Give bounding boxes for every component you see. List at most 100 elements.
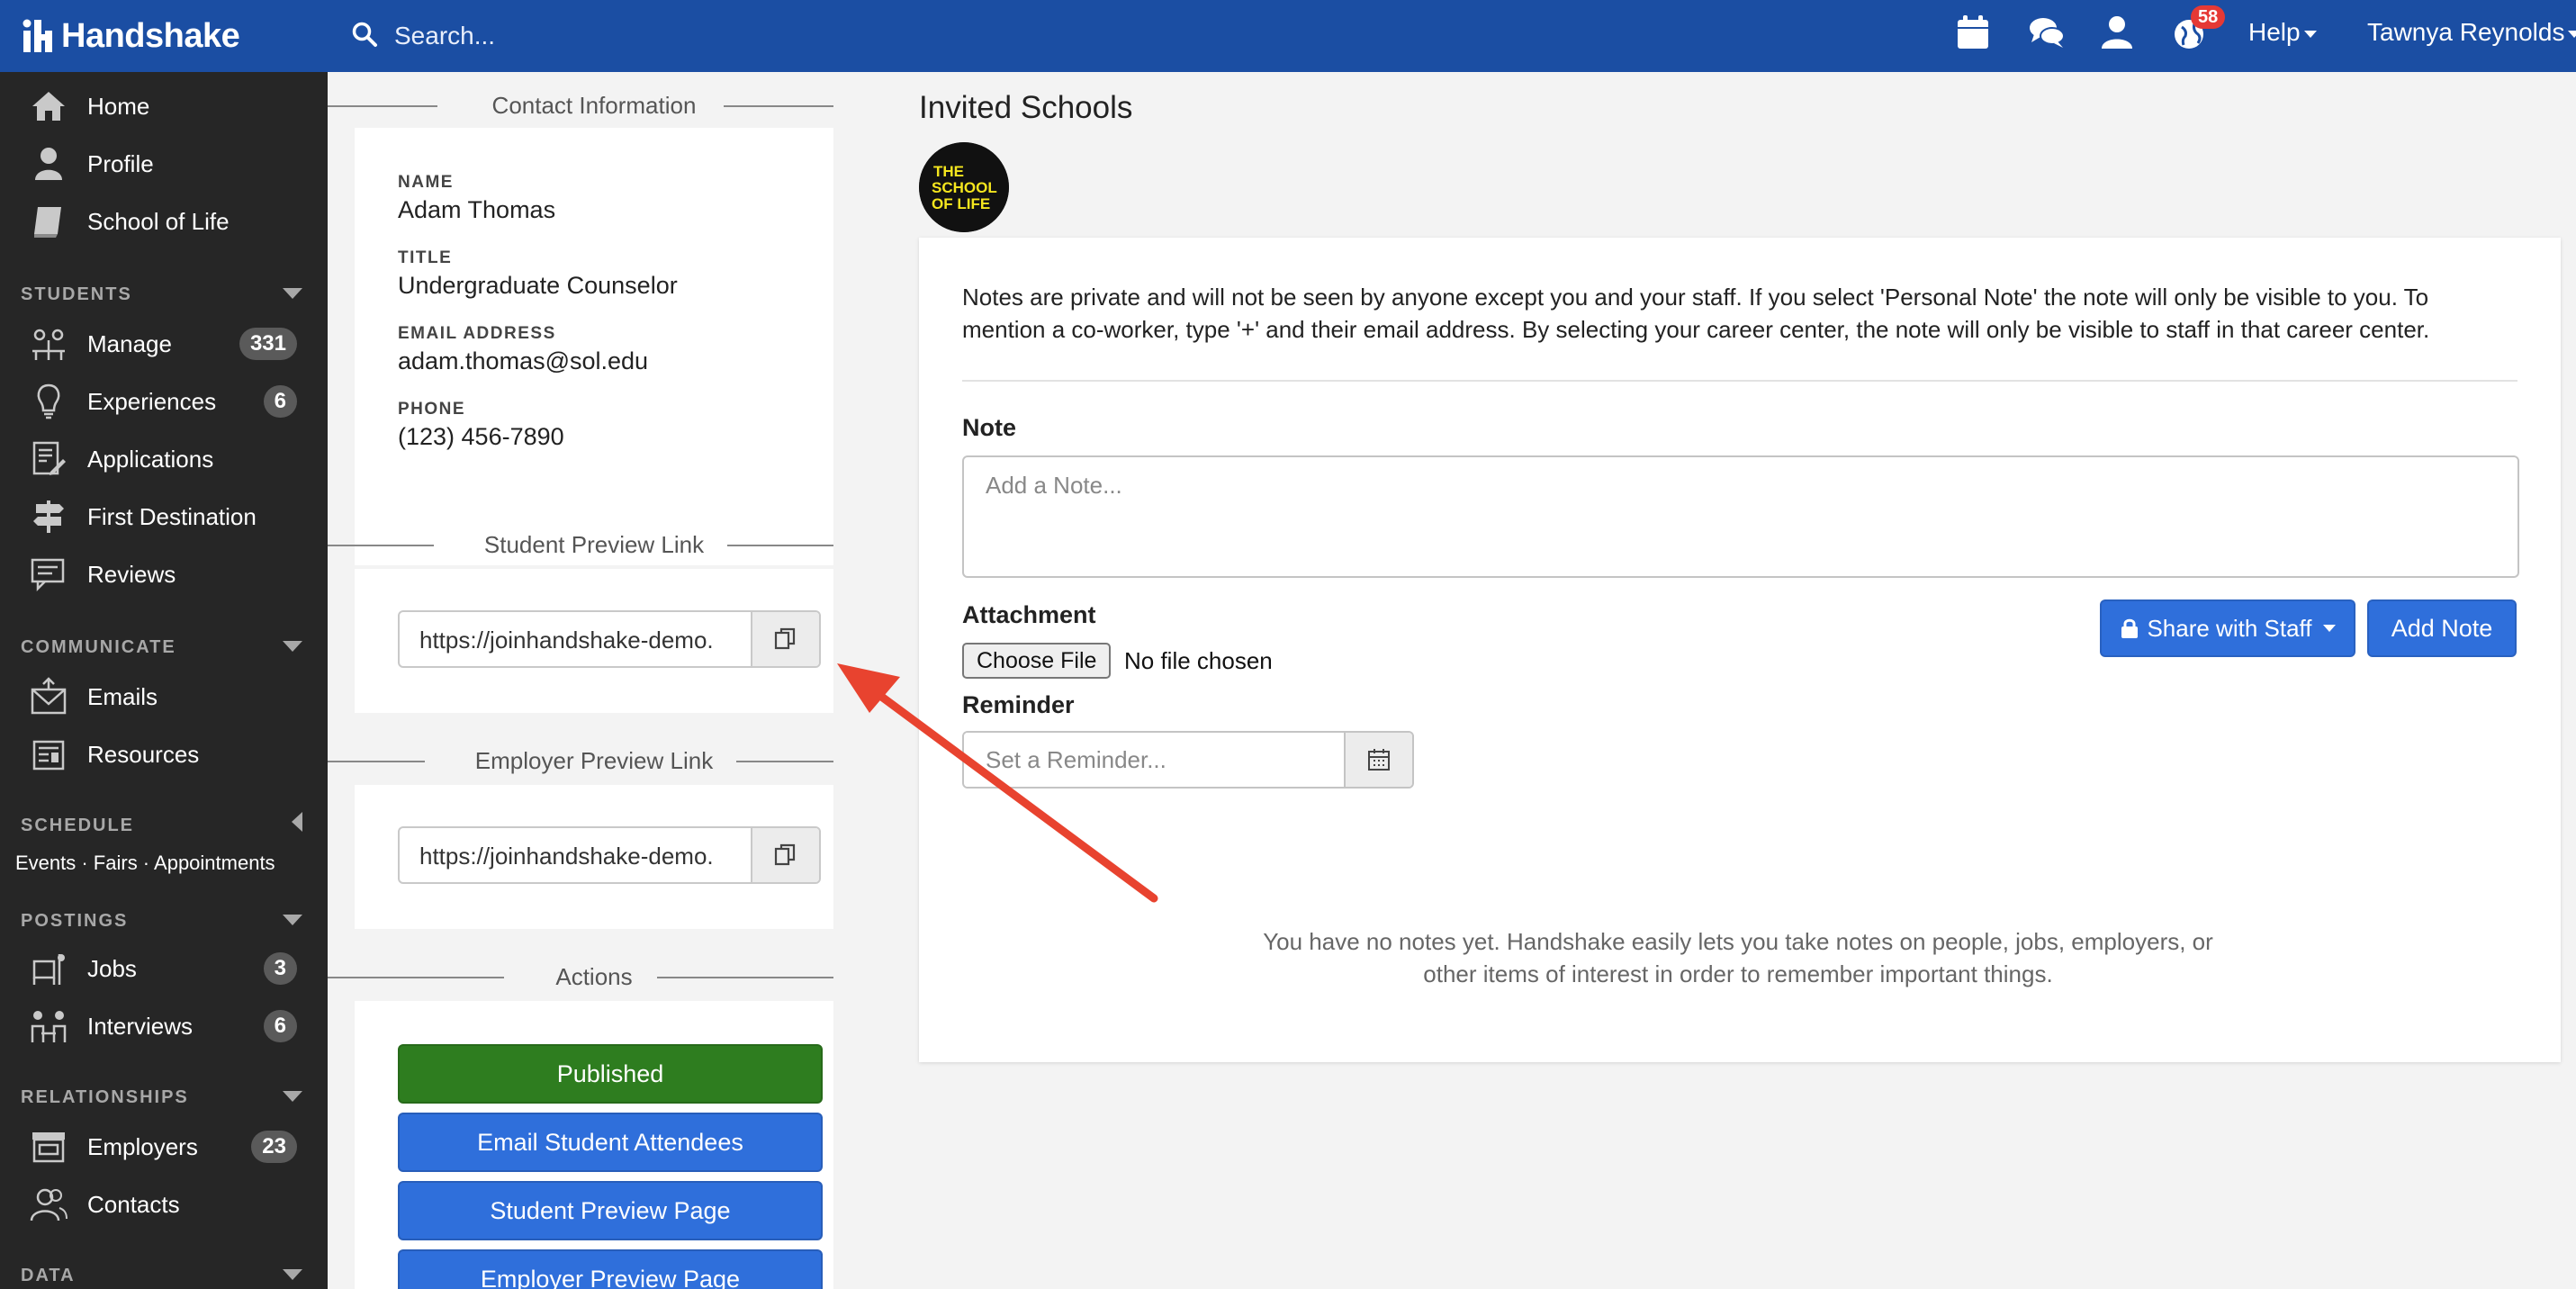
share-with-staff-button[interactable]: Share with Staff [2100,599,2355,657]
user-icon [29,144,68,184]
help-menu[interactable]: Help [2248,18,2317,47]
employer-preview-link-field[interactable]: https://joinhandshake-demo. [398,826,821,884]
lock-icon [2121,618,2139,638]
sidebar-item-jobs[interactable]: Jobs 3 [0,942,328,996]
page-title: Invited Schools [919,90,1133,125]
sidebar-item-school[interactable]: School of Life [0,194,328,248]
schedule-links[interactable]: Events · Fairs · Appointments [15,852,275,875]
collapse-caret-icon[interactable] [283,1269,302,1280]
contact-section-label: Contact Information [491,91,697,119]
no-file-chosen-text: No file chosen [1124,647,1273,674]
phone-label: PHONE [398,400,466,419]
reviews-icon [29,554,68,594]
sidebar-item-home[interactable]: Home [0,79,328,133]
employer-preview-section-label: Employer Preview Link [474,746,714,774]
logo-line-1: THE [933,163,964,180]
note-textarea[interactable] [962,455,2519,578]
student-preview-section-label: Student Preview Link [483,530,705,558]
published-button[interactable]: Published [398,1044,823,1104]
chevron-down-icon [2322,625,2336,632]
handshake-logo[interactable]: Handshake [22,14,240,58]
data-heading: DATA [21,1266,76,1285]
copy-button[interactable] [751,612,819,666]
choose-file-button[interactable]: Choose File [962,643,1112,679]
search-bar[interactable] [351,16,981,56]
actions-panel: Published Email Student Attendees Studen… [355,1001,833,1289]
search-input[interactable] [394,22,934,50]
sidebar-item-employers[interactable]: Employers 23 [0,1120,328,1174]
sidebar-item-applications[interactable]: Applications [0,432,328,486]
help-label: Help [2248,18,2301,46]
sidebar-item-contacts[interactable]: Contacts [0,1177,328,1231]
application-icon [29,439,68,479]
handshake-logo-icon [22,18,54,54]
messages-icon[interactable] [2027,13,2070,56]
student-preview-link-field[interactable]: https://joinhandshake-demo. [398,610,821,668]
sidebar-item-label: Employers [87,1132,198,1160]
resources-icon [29,735,68,774]
top-navbar: Handshake 58 Help Tawnya Reynolds [0,0,2576,72]
sidebar-item-interviews[interactable]: Interviews 6 [0,999,328,1053]
calendar-icon[interactable] [1953,13,1996,56]
copy-button[interactable] [751,828,819,882]
sidebar-item-label: Experiences [87,387,217,415]
student-preview-page-button[interactable]: Student Preview Page [398,1181,823,1240]
communicate-heading: COMMUNICATE [21,637,176,657]
sidebar-item-reviews[interactable]: Reviews [0,547,328,601]
email-student-attendees-button[interactable]: Email Student Attendees [398,1113,823,1172]
sidebar-item-label: School of Life [87,207,230,235]
sidebar-item-emails[interactable]: Emails [0,670,328,724]
actions-section-label: Actions [555,962,633,990]
contact-email[interactable]: adam.thomas@sol.edu [398,347,648,375]
sidebar-item-label: Home [87,92,150,120]
sidebar-item-label: First Destination [87,502,257,530]
profile-icon[interactable] [2097,13,2140,56]
reminder-field[interactable] [962,731,1414,789]
globe-notifications-icon[interactable]: 58 [2169,5,2226,56]
sidebar-item-resources[interactable]: Resources [0,727,328,781]
email-label: EMAIL ADDRESS [398,324,556,343]
add-note-button[interactable]: Add Note [2367,599,2517,657]
sidebar-item-first-destination[interactable]: First Destination [0,490,328,544]
title-label: TITLE [398,248,453,267]
sidebar-item-label: Profile [87,149,154,177]
sidebar-item-manage[interactable]: Manage 331 [0,317,328,371]
collapse-caret-icon[interactable] [283,1091,302,1102]
collapse-caret-icon[interactable] [283,915,302,925]
home-icon [29,86,68,126]
event-details-column: Contact Information NAME Adam Thomas TIT… [328,72,868,1289]
students-icon [29,324,68,364]
contact-panel: NAME Adam Thomas TITLE Undergraduate Cou… [355,128,833,565]
sidebar-item-label: Jobs [87,954,137,982]
expand-caret-icon[interactable] [292,812,302,832]
sidebar-item-profile[interactable]: Profile [0,137,328,191]
count-badge: 6 [263,1010,297,1042]
collapse-caret-icon[interactable] [283,641,302,652]
sidebar-item-label: Contacts [87,1190,180,1218]
chevron-down-icon [2568,30,2576,38]
school-of-life-logo[interactable]: THE SCHOOL OF LIFE [919,142,1009,232]
sidebar-item-label: Applications [87,445,214,473]
student-preview-url[interactable]: https://joinhandshake-demo. [400,612,751,666]
count-badge: 331 [239,328,297,360]
user-menu[interactable]: Tawnya Reynolds [2367,18,2576,47]
calendar-icon [1368,749,1390,771]
contact-section-title: Contact Information [328,83,833,128]
storefront-icon [29,1127,68,1167]
employer-preview-page-button[interactable]: Employer Preview Page [398,1249,823,1289]
sidebar-item-label: Reviews [87,560,176,588]
count-badge: 23 [251,1131,297,1163]
student-preview-section-title: Student Preview Link [328,522,833,567]
employer-preview-url[interactable]: https://joinhandshake-demo. [400,828,751,882]
postings-heading: POSTINGS [21,911,129,931]
reminder-calendar-button[interactable] [1344,733,1412,787]
divider [962,380,2517,382]
user-name: Tawnya Reynolds [2367,18,2565,46]
note-label: Note [962,414,1016,441]
contacts-icon [29,1185,68,1224]
relationships-heading: RELATIONSHIPS [21,1087,189,1107]
sidebar-item-experiences[interactable]: Experiences 6 [0,374,328,428]
interviews-icon [29,1006,68,1046]
reminder-input[interactable] [964,733,1344,787]
collapse-caret-icon[interactable] [283,288,302,299]
